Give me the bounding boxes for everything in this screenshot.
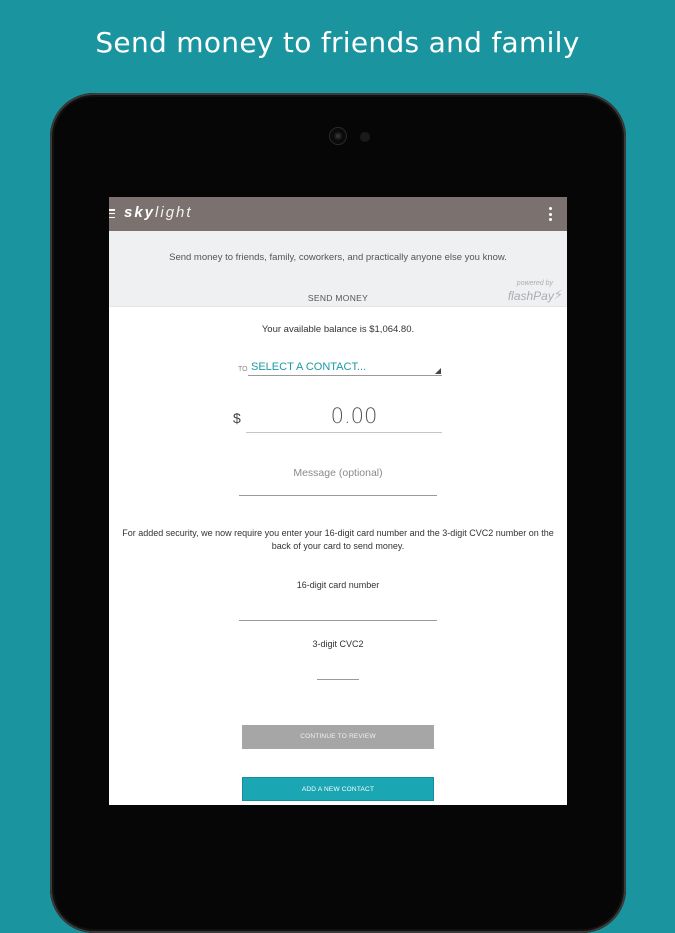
cvc2-input[interactable] <box>317 679 359 680</box>
banner-description: Send money to friends, family, coworkers… <box>169 252 507 263</box>
security-notice: For added security, we now require you e… <box>122 528 554 551</box>
app-screen: skylight Send money to friends, family, … <box>109 197 567 805</box>
send-money-banner: Send money to friends, family, coworkers… <box>109 231 567 307</box>
app-bar: skylight <box>109 197 567 231</box>
to-label: TO <box>238 366 248 373</box>
currency-symbol: $ <box>233 410 241 426</box>
app-logo: skylight <box>124 204 193 221</box>
promo-headline: Send money to friends and family <box>95 26 580 59</box>
contact-select-placeholder: SELECT A CONTACT... <box>251 361 367 373</box>
powered-by-flashpay-logo: powered by flashPay⚡ <box>508 280 563 305</box>
logo-bold-text: sky <box>124 204 156 221</box>
add-new-contact-button[interactable]: ADD A NEW CONTACT <box>242 777 434 801</box>
amount-input[interactable]: 0.00 <box>246 399 442 433</box>
front-camera-icon <box>330 128 346 144</box>
lightning-bolt-icon: ⚡ <box>553 287 563 302</box>
continue-to-review-button[interactable]: CONTINUE TO REVIEW <box>242 725 434 749</box>
logo-light-text: light <box>155 204 193 221</box>
card-number-label: 16-digit card number <box>296 580 380 590</box>
contact-select[interactable]: SELECT A CONTACT... <box>248 358 442 376</box>
hamburger-menu-icon[interactable] <box>109 209 115 218</box>
powered-by-text: powered by <box>516 280 553 287</box>
cvc2-label: 3-digit CVC2 <box>312 639 364 649</box>
overflow-menu-icon[interactable] <box>549 207 552 221</box>
message-input[interactable]: Message (optional) <box>239 462 437 496</box>
available-balance: Your available balance is $1,064.80. <box>261 324 415 335</box>
card-number-input[interactable] <box>239 620 437 621</box>
sensor-icon <box>360 132 370 142</box>
flashpay-brand-text: flashPay <box>507 289 554 303</box>
tab-send-money[interactable]: SEND MONEY <box>109 293 567 303</box>
dropdown-triangle-icon <box>435 368 441 374</box>
